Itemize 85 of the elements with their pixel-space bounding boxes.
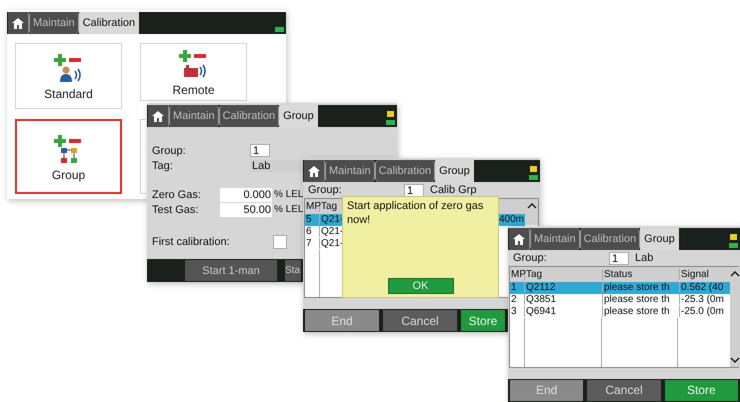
menu-tile[interactable]: Remote (140, 43, 247, 101)
table-cell-text: -25.3 (0m (680, 294, 725, 306)
column-header: MP (305, 200, 320, 212)
gas-field[interactable]: 0.000 (220, 188, 272, 202)
column-header: Signal (680, 268, 710, 280)
home-tab[interactable] (509, 228, 530, 250)
group-field[interactable]: 1 (250, 144, 270, 157)
home-icon (513, 234, 525, 244)
table-cell: please store th (603, 282, 680, 294)
table-cell: 6 (305, 226, 320, 238)
table-cell: Q6941 (525, 306, 603, 318)
status-icon (729, 234, 738, 248)
home-tab[interactable] (148, 105, 169, 127)
home-tab[interactable] (304, 160, 325, 182)
unit-label: % LEL (274, 204, 304, 215)
status-icon (275, 27, 284, 32)
gas-field[interactable]: 50.00 (220, 202, 272, 216)
group-field[interactable]: 1 (609, 252, 629, 265)
group-field[interactable]: 1 (404, 184, 424, 197)
tile-label: Group (52, 168, 86, 182)
home-icon (308, 166, 320, 176)
tab[interactable]: Maintain (169, 105, 219, 127)
field-label: Group: (513, 252, 548, 264)
tab[interactable]: Maintain (530, 228, 580, 250)
table-row[interactable]: 6 Q21- (305, 226, 525, 238)
scrollbar[interactable] (525, 198, 538, 225)
column-header: Tag (525, 268, 603, 280)
table-cell-text: Q21- (320, 226, 344, 238)
table-row[interactable]: 2 Q3851 please store th -25.3 (0m (510, 294, 730, 306)
status-icon (529, 166, 538, 180)
field-label: Test Gas: (152, 204, 200, 216)
dialog-message: Start application of zero gas now! (347, 198, 484, 227)
unit-label: % LEL (274, 189, 304, 200)
table-row[interactable]: 1 Q2112 please store th 0.562 (40 (510, 282, 730, 294)
tab[interactable]: Group (279, 105, 318, 127)
tab[interactable]: Group (640, 228, 679, 250)
tab[interactable]: Maintain (325, 160, 375, 182)
menu-tile[interactable] (140, 119, 146, 194)
table-cell: 400m (498, 214, 525, 226)
scroll-up-icon[interactable] (730, 270, 740, 277)
menu-tile[interactable]: Group (15, 119, 122, 194)
table-row[interactable]: 3 Q6941 please store th -25.0 (0m (510, 306, 730, 318)
table-cell: Q2112 (525, 282, 603, 294)
table-cell: 2 (510, 294, 525, 306)
menu-tile[interactable]: Standard (15, 43, 122, 109)
checkbox[interactable] (273, 234, 287, 248)
tile-label: Standard (44, 87, 93, 101)
tab[interactable]: Group (435, 160, 474, 182)
table-row[interactable]: 7 Q21- (305, 238, 525, 250)
table-cell-text: Q21- (320, 238, 344, 250)
home-icon (12, 18, 24, 28)
table-cell: 3 (510, 306, 525, 318)
group-name: Lab (635, 252, 654, 264)
tab[interactable]: Calibration (580, 228, 640, 250)
start-button[interactable]: Sta (285, 260, 301, 281)
field-label: Group: (308, 184, 343, 196)
tab[interactable]: Calibration (218, 105, 280, 127)
table-cell: please store th (603, 306, 680, 318)
field-label: Group: (152, 144, 187, 156)
scroll-down-icon[interactable] (730, 357, 740, 364)
field-label: First calibration: (152, 236, 231, 248)
group-name: Calib Grp (430, 184, 476, 196)
field-label: Tag: (152, 160, 174, 172)
home-tab[interactable] (8, 12, 29, 34)
table-cell-text: -25.0 (0m (680, 306, 725, 318)
column-header: Status (603, 268, 680, 280)
table-cell: 5 (305, 214, 320, 226)
table-cell-text: 0.562 (40 (680, 282, 724, 294)
home-icon (152, 110, 164, 122)
field-label: Zero Gas: (152, 188, 202, 200)
table-cell: 7 (305, 238, 320, 250)
tile-label: Remote (172, 83, 215, 97)
tab[interactable]: Calibration (78, 12, 140, 34)
table-cell: 1 (510, 282, 525, 294)
scrollbar[interactable] (730, 266, 740, 368)
action-button[interactable]: Cancel (587, 380, 661, 401)
status-icon (386, 111, 395, 125)
tab[interactable]: Maintain (29, 12, 79, 34)
action-button[interactable]: Cancel (383, 310, 457, 331)
table-cell: Q3851 (525, 294, 603, 306)
tab[interactable]: Calibration (374, 160, 436, 182)
table-cell: please store th (603, 294, 680, 306)
scroll-up-icon[interactable] (526, 202, 536, 209)
start-button[interactable]: Start 1-man (185, 260, 277, 281)
column-header: MP (510, 268, 525, 280)
